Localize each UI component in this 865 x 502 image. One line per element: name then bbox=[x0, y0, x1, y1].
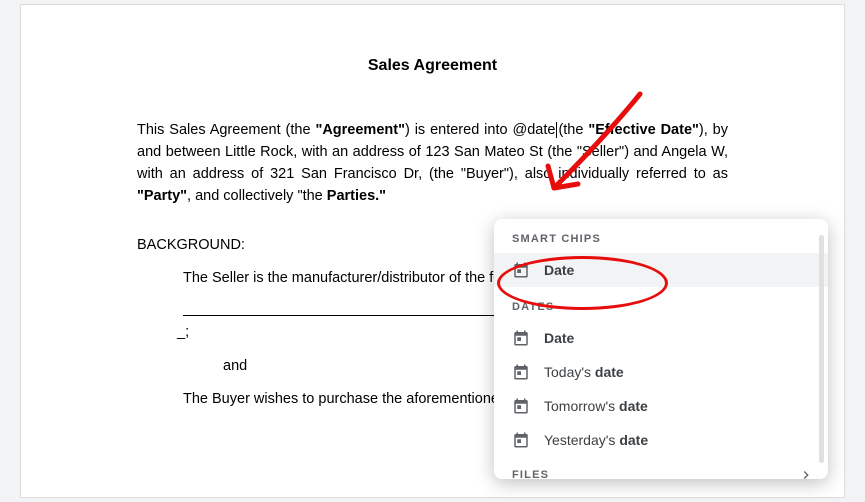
popover-section-files-row[interactable]: FILES bbox=[494, 457, 828, 479]
calendar-icon bbox=[512, 431, 530, 449]
p1-text-2: ) is entered into bbox=[405, 122, 513, 138]
popover-item-today-label: Today's date bbox=[544, 364, 624, 380]
popover-section-smart-chips: SMART CHIPS bbox=[494, 219, 828, 253]
p1-bold-agreement: "Agreement" bbox=[315, 122, 405, 138]
popover-section-dates: DATES bbox=[494, 287, 828, 321]
popover-item-date-label: Date bbox=[544, 330, 574, 346]
popover-item-date[interactable]: Date bbox=[494, 321, 828, 355]
calendar-icon bbox=[512, 363, 530, 381]
popover-item-tomorrow-date[interactable]: Tomorrow's date bbox=[494, 389, 828, 423]
chevron-right-icon bbox=[798, 467, 814, 479]
at-mention-text[interactable]: @date bbox=[512, 122, 555, 138]
viewport: Sales Agreement This Sales Agreement (th… bbox=[0, 0, 865, 502]
p1-text-5: , and collectively "the bbox=[187, 188, 327, 204]
calendar-icon bbox=[512, 397, 530, 415]
popover-scrollbar[interactable] bbox=[819, 235, 824, 463]
paragraph-1[interactable]: This Sales Agreement (the "Agreement") i… bbox=[137, 119, 728, 207]
p1-text-1: This Sales Agreement (the bbox=[137, 122, 315, 138]
smart-chip-popover: SMART CHIPS Date DATES Date Today's date… bbox=[494, 219, 828, 479]
popover-item-date-chip-label: Date bbox=[544, 262, 574, 278]
popover-item-yesterday-label: Yesterday's date bbox=[544, 432, 648, 448]
popover-section-files: FILES bbox=[512, 469, 549, 479]
p1-bold-party: "Party" bbox=[137, 188, 187, 204]
popover-item-yesterday-date[interactable]: Yesterday's date bbox=[494, 423, 828, 457]
popover-item-today-date[interactable]: Today's date bbox=[494, 355, 828, 389]
document-title: Sales Agreement bbox=[137, 57, 728, 75]
popover-item-date-chip[interactable]: Date bbox=[494, 253, 828, 287]
p1-bold-effective-date: "Effective Date" bbox=[588, 122, 699, 138]
p1-bold-parties: Parties." bbox=[327, 188, 386, 204]
calendar-icon bbox=[512, 329, 530, 347]
calendar-icon bbox=[512, 261, 530, 279]
p1-text-3: (the bbox=[558, 122, 588, 138]
popover-item-tomorrow-label: Tomorrow's date bbox=[544, 398, 648, 414]
